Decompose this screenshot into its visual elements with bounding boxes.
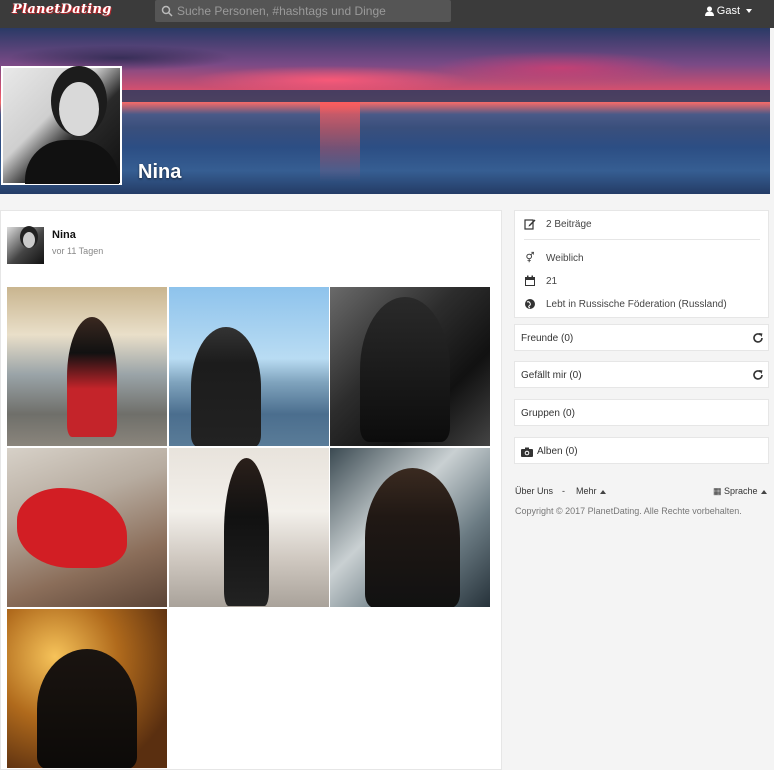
chevron-up-icon	[599, 489, 606, 494]
avatar-face	[59, 82, 99, 136]
refresh-icon[interactable]	[752, 332, 764, 344]
friends-box[interactable]: Freunde (0)	[514, 324, 769, 351]
photo-subject	[365, 468, 460, 607]
user-icon	[704, 6, 714, 16]
post-photo[interactable]	[7, 448, 167, 607]
gender-icon: ⚥	[525, 252, 535, 264]
post-photo[interactable]	[7, 287, 167, 446]
profile-cover: Nina	[0, 28, 770, 194]
profile-avatar[interactable]	[1, 66, 122, 185]
photo-subject	[37, 649, 137, 768]
camera-icon	[521, 447, 533, 457]
search-box[interactable]	[155, 0, 451, 22]
chevron-up-icon	[760, 489, 767, 494]
albums-row: Alben (0)	[521, 446, 578, 457]
more-menu[interactable]: Mehr	[576, 486, 606, 496]
info-age-label: 21	[546, 275, 558, 287]
language-icon: ▦	[713, 486, 722, 496]
info-location: Lebt in Russische Föderation (Russland)	[524, 298, 727, 310]
copyright: Copyright © 2017 PlanetDating. Alle Rech…	[515, 506, 742, 516]
refresh-icon[interactable]	[752, 369, 764, 381]
globe-icon	[525, 299, 535, 309]
search-input[interactable]	[177, 2, 447, 20]
groups-label: Gruppen (0)	[521, 408, 575, 419]
photo-subject	[360, 297, 450, 442]
info-age: 21	[524, 275, 557, 287]
post-photo[interactable]	[169, 287, 329, 446]
friends-label: Freunde (0)	[521, 333, 574, 344]
guest-menu[interactable]: Gast	[704, 5, 752, 17]
search-icon	[161, 5, 173, 17]
groups-box[interactable]: Gruppen (0)	[514, 399, 769, 426]
about-link[interactable]: Über Uns	[515, 486, 553, 496]
site-logo[interactable]: PlanetDating	[12, 2, 112, 17]
more-label: Mehr	[576, 486, 597, 496]
albums-label: Alben (0)	[537, 446, 578, 457]
top-navbar: PlanetDating Gast	[0, 0, 774, 28]
language-menu[interactable]: ▦ Sprache	[713, 486, 767, 497]
info-gender: ⚥ Weiblich	[524, 252, 584, 264]
post-photo[interactable]	[330, 448, 490, 607]
post-photo[interactable]	[7, 609, 167, 768]
avatar-shoulders	[25, 140, 119, 184]
divider	[524, 239, 760, 240]
albums-box[interactable]: Alben (0)	[514, 437, 769, 464]
photo-subject	[67, 317, 117, 437]
profile-info-card: 2 Beiträge ⚥ Weiblich 21 Lebt in Russisc…	[514, 210, 769, 318]
cover-sun-reflection	[320, 102, 360, 182]
photo-subject	[191, 327, 261, 446]
footer-separator: -	[562, 486, 565, 496]
post-photo[interactable]	[169, 448, 329, 607]
language-label: Sprache	[724, 486, 758, 496]
photo-subject	[224, 458, 269, 606]
chevron-down-icon	[746, 9, 752, 13]
guest-label: Gast	[716, 5, 740, 17]
post-author-avatar[interactable]	[7, 227, 44, 264]
info-posts[interactable]: 2 Beiträge	[524, 218, 592, 230]
footer-links: Über Uns - Mehr ▦ Sprache	[515, 486, 769, 498]
likes-box[interactable]: Gefällt mir (0)	[514, 361, 769, 388]
edit-icon	[524, 219, 536, 230]
post-photo[interactable]	[330, 287, 490, 446]
info-gender-label: Weiblich	[546, 252, 584, 264]
likes-label: Gefällt mir (0)	[521, 370, 582, 381]
info-posts-label: 2 Beiträge	[546, 218, 592, 230]
photo-subject	[17, 488, 127, 568]
cover-horizon	[120, 90, 770, 102]
post-timestamp[interactable]: vor 11 Tagen	[52, 246, 103, 256]
post-author-name[interactable]: Nina	[52, 229, 76, 241]
calendar-icon	[525, 275, 535, 286]
info-location-label: Lebt in Russische Föderation (Russland)	[546, 298, 727, 310]
profile-name: Nina	[138, 161, 182, 183]
post-avatar-face	[23, 232, 35, 248]
